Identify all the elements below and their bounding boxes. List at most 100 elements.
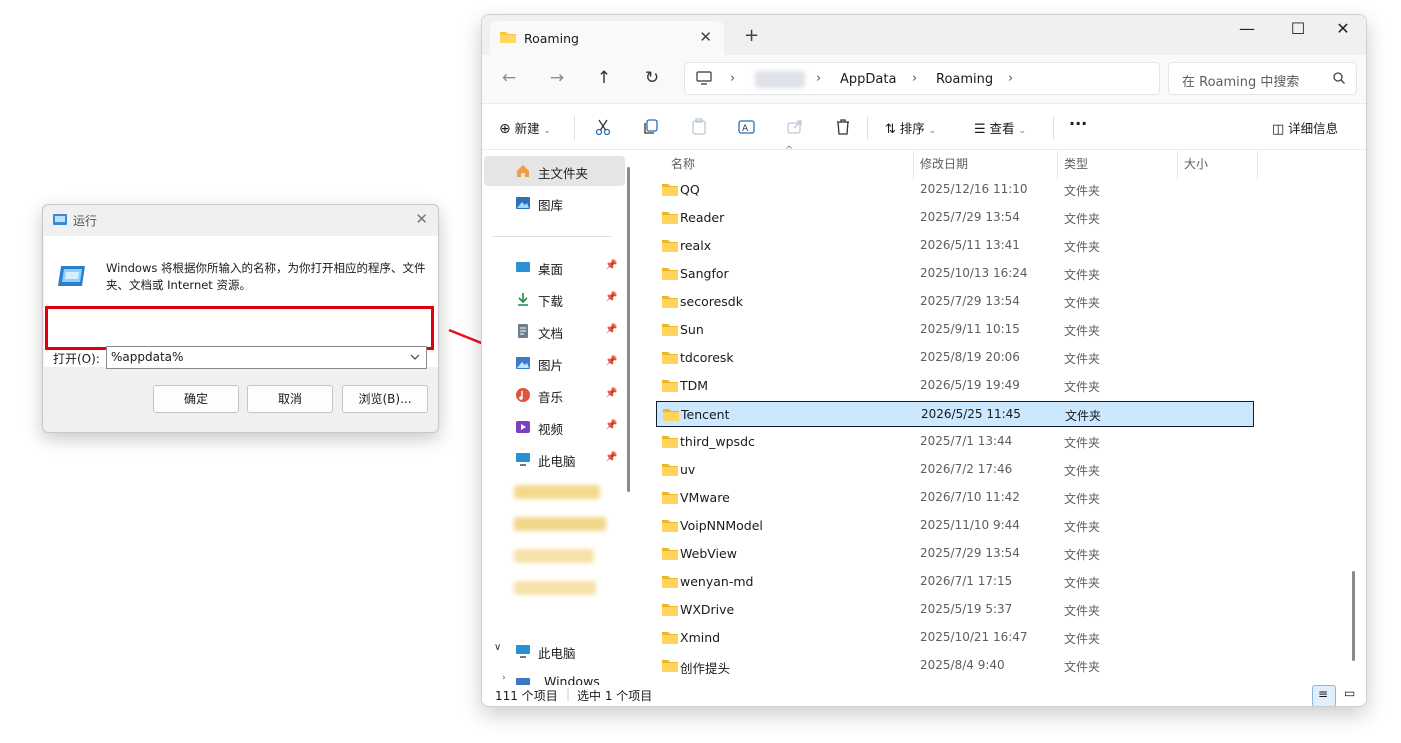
chevron-right-icon[interactable]: › [816,71,821,86]
close-icon[interactable]: ✕ [415,210,428,228]
breadcrumb-roaming[interactable]: Roaming [936,72,993,87]
search-box[interactable]: 在 Roaming 中搜索 [1168,62,1357,95]
file-row[interactable]: QQ 2025/12/16 11:10 文件夹 [656,177,1254,203]
folder-icon [662,380,678,392]
file-row[interactable]: 创作提头 2025/8/4 9:40 文件夹 [656,653,1254,679]
file-name: Sun [680,322,704,337]
more-options-button[interactable]: ··· [1069,114,1087,134]
pin-icon[interactable]: 📌 [605,260,617,271]
maximize-icon[interactable]: ☐ [1275,19,1321,38]
file-row[interactable]: realx 2026/5/11 13:41 文件夹 [656,233,1254,259]
file-row[interactable]: Reader 2025/7/29 13:54 文件夹 [656,205,1254,231]
breadcrumb-appdata[interactable]: AppData [840,72,896,87]
sort-button[interactable]: ⇅ 排序 ⌄ [885,118,936,138]
command-input[interactable]: %appdata% [111,350,183,364]
tab-roaming[interactable]: Roaming ✕ [490,21,724,55]
details-view-button[interactable]: ≡ [1312,685,1336,706]
sidebar-item-this-pc[interactable]: ∨ 此电脑 [484,636,625,666]
file-row[interactable]: third_wpsdc 2025/7/1 13:44 文件夹 [656,429,1254,455]
new-button[interactable]: ⊕ 新建 ⌄ [499,118,551,138]
chevron-right-icon[interactable]: › [502,673,506,683]
sidebar-item-this-pc-pinned[interactable]: 此电脑 📌 [484,444,625,474]
file-row[interactable]: TDM 2026/5/19 19:49 文件夹 [656,373,1254,399]
run-titlebar[interactable]: 运行 ✕ [43,205,438,235]
pin-icon[interactable]: 📌 [605,420,617,431]
copy-icon[interactable] [641,117,661,137]
sidebar-item-drive-c[interactable]: › Windows (C:) [484,667,625,685]
address-bar[interactable]: › › AppData › Roaming › [684,62,1160,95]
details-label: 详细信息 [1288,121,1339,136]
file-row[interactable]: Sangfor 2025/10/13 16:24 文件夹 [656,261,1254,287]
tiles-view-button[interactable]: ▭ [1339,685,1363,706]
command-combobox[interactable]: %appdata% [106,346,427,369]
close-tab-icon[interactable]: ✕ [699,28,712,46]
forward-icon[interactable]: → [545,68,569,88]
file-type: 文件夹 [1064,492,1101,506]
cancel-button[interactable]: 取消 [247,385,333,413]
sidebar-item-label: 此电脑 [538,646,576,661]
chevron-right-icon[interactable]: › [912,71,917,86]
rename-icon[interactable]: A [737,117,757,137]
sidebar-item-videos[interactable]: 视频 📌 [484,412,625,442]
details-pane-button[interactable]: ◫ 详细信息 [1272,118,1338,138]
chevron-right-icon[interactable]: › [1008,71,1013,86]
pin-icon[interactable]: 📌 [605,452,617,463]
sidebar-item-gallery[interactable]: 图库 [484,188,625,218]
sidebar-item-home[interactable]: 主文件夹 [484,156,625,186]
folder-icon [663,409,679,421]
sidebar-item-documents[interactable]: 文档 📌 [484,316,625,346]
column-header-size[interactable]: 大小 [1184,155,1208,172]
delete-icon[interactable] [833,117,853,137]
paste-icon[interactable] [689,117,709,137]
file-row-selected[interactable]: Tencent 2026/5/25 11:45 文件夹 [656,401,1254,427]
column-header-type[interactable]: 类型 [1064,155,1088,172]
column-header-name[interactable]: 名称 [671,155,695,172]
file-row[interactable]: uv 2026/7/2 17:46 文件夹 [656,457,1254,483]
file-row[interactable]: Xmind 2025/10/21 16:47 文件夹 [656,625,1254,651]
sidebar-scrollbar[interactable] [627,167,630,492]
pin-icon[interactable]: 📌 [605,292,617,303]
chevron-down-icon[interactable] [409,349,421,365]
new-tab-icon[interactable]: + [744,25,759,46]
file-row[interactable]: VMware 2026/7/10 11:42 文件夹 [656,485,1254,511]
up-icon[interactable]: ↑ [592,68,616,88]
pin-icon[interactable]: 📌 [605,388,617,399]
share-icon[interactable] [785,117,805,137]
column-header-date[interactable]: 修改日期 [920,155,968,172]
folder-icon [662,352,678,364]
file-row[interactable]: wenyan-md 2026/7/1 17:15 文件夹 [656,569,1254,595]
file-date: 2026/7/1 17:15 [920,574,1013,588]
sidebar-item-pictures[interactable]: 图片 📌 [484,348,625,378]
minimize-icon[interactable]: — [1224,19,1270,38]
cut-icon[interactable] [593,117,613,137]
file-row[interactable]: WebView 2025/7/29 13:54 文件夹 [656,541,1254,567]
column-divider[interactable] [913,151,914,179]
ok-button[interactable]: 确定 [153,385,239,413]
pin-icon[interactable]: 📌 [605,356,617,367]
chevron-right-icon[interactable]: › [730,71,735,86]
file-row[interactable]: WXDrive 2025/5/19 5:37 文件夹 [656,597,1254,623]
column-divider[interactable] [1057,151,1058,179]
folder-icon [662,492,678,504]
file-type: 文件夹 [1064,212,1101,226]
file-row[interactable]: tdcoresk 2025/8/19 20:06 文件夹 [656,345,1254,371]
column-divider[interactable] [1257,151,1258,179]
back-icon[interactable]: ← [497,68,521,88]
refresh-icon[interactable]: ↻ [640,68,664,88]
file-row[interactable]: secoresdk 2025/7/29 13:54 文件夹 [656,289,1254,315]
redacted-username [755,71,805,88]
sidebar-item-downloads[interactable]: 下载 📌 [484,284,625,314]
sidebar-item-desktop[interactable]: 桌面 📌 [484,252,625,282]
file-list-scrollbar[interactable] [1352,571,1355,661]
file-date: 2026/5/19 19:49 [920,378,1020,392]
sidebar-item-music[interactable]: 音乐 📌 [484,380,625,410]
browse-button[interactable]: 浏览(B)... [342,385,428,413]
view-button[interactable]: ☰ 查看 ⌄ [974,118,1026,138]
search-input[interactable]: 在 Roaming 中搜索 [1182,71,1299,90]
close-window-icon[interactable]: ✕ [1320,19,1366,38]
column-divider[interactable] [1177,151,1178,179]
file-row[interactable]: VoipNNModel 2025/11/10 9:44 文件夹 [656,513,1254,539]
pin-icon[interactable]: 📌 [605,324,617,335]
chevron-down-icon[interactable]: ∨ [494,642,501,653]
file-row[interactable]: Sun 2025/9/11 10:15 文件夹 [656,317,1254,343]
